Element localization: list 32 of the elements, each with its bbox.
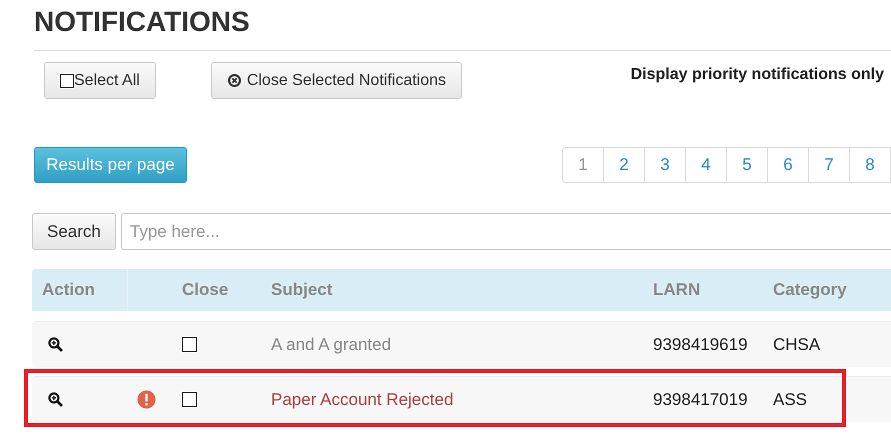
page-link[interactable]: 6 xyxy=(768,148,809,182)
page-title: NOTIFICATIONS xyxy=(33,5,251,39)
page-link[interactable]: 4 xyxy=(686,148,727,182)
select-all-button[interactable]: Select All xyxy=(44,62,156,99)
larn-cell-text: 9398419619 xyxy=(653,334,749,354)
column-header: Action xyxy=(41,280,96,300)
larn-cell-text: 9398417019 xyxy=(653,390,749,410)
page-link[interactable]: 8 xyxy=(850,148,891,182)
category-cell-text: ASS xyxy=(773,390,808,410)
page-link[interactable]: 3 xyxy=(645,148,686,182)
page-link[interactable]: 2 xyxy=(604,148,645,182)
priority-filter-label: Display priority notifications only xyxy=(630,65,885,84)
search-field[interactable]: Type here... xyxy=(120,213,891,250)
zoom-in-icon[interactable] xyxy=(48,337,63,352)
column-header: Close xyxy=(182,280,230,300)
subject-cell-text: A and A granted xyxy=(271,334,392,354)
close-checkbox[interactable] xyxy=(182,392,197,407)
column-header: Category xyxy=(773,280,848,300)
page-link[interactable]: 7 xyxy=(809,148,850,182)
search-button[interactable]: Search xyxy=(32,213,116,250)
close-checkbox[interactable] xyxy=(182,337,197,352)
column-header: Subject xyxy=(271,280,334,300)
checkbox[interactable] xyxy=(60,74,74,88)
close-selected-button[interactable]: Close Selected Notifications xyxy=(210,62,462,99)
page-link[interactable]: 1 xyxy=(563,148,604,182)
subject-cell-text: Paper Account Rejected xyxy=(271,390,454,410)
category-cell-text: CHSA xyxy=(773,334,822,354)
column-header: LARN xyxy=(653,280,702,300)
zoom-in-icon[interactable] xyxy=(48,392,63,407)
close-icon xyxy=(228,74,241,87)
results-per-page-button[interactable]: Results per page xyxy=(34,147,187,183)
page-link[interactable]: 5 xyxy=(727,148,768,182)
